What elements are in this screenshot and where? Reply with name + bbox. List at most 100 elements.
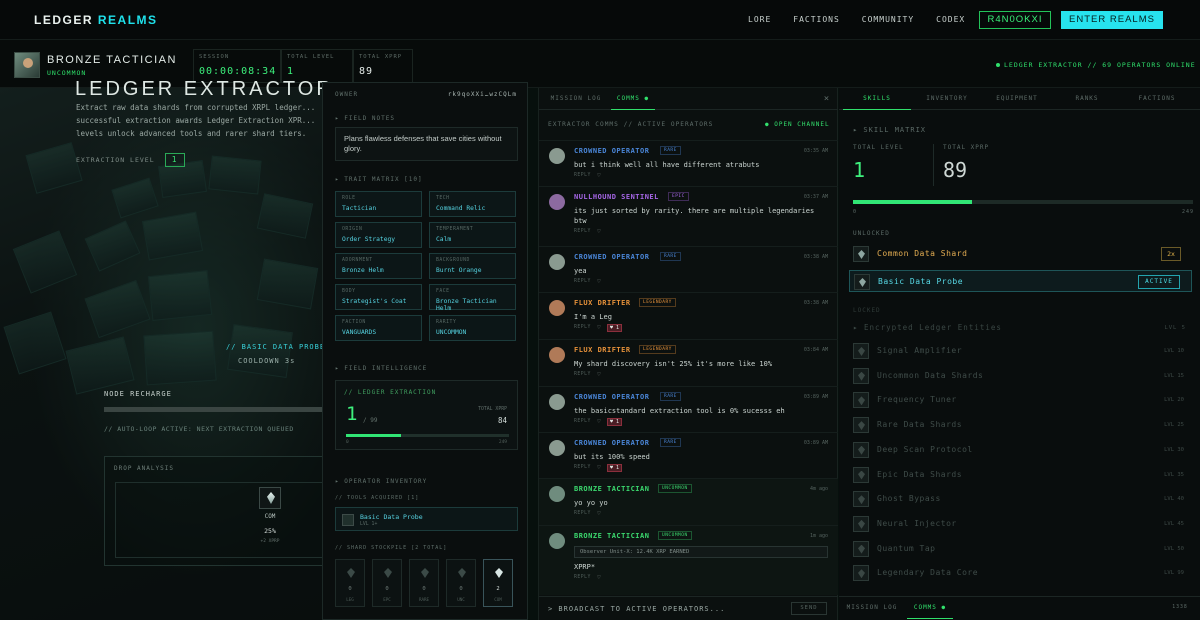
tab-ranks[interactable]: RANKS xyxy=(1053,88,1121,110)
common-shard-icon[interactable] xyxy=(259,487,281,509)
chat-username[interactable]: CROWNED OPERATOR xyxy=(574,147,649,155)
heart-icon[interactable]: ♡ xyxy=(597,418,601,425)
tab-skills[interactable]: SKILLS xyxy=(843,88,911,110)
stock-legendary[interactable]: 0 LEG xyxy=(335,559,365,607)
bottom-tab-comms[interactable]: COMMS ● xyxy=(907,597,953,619)
shard-icon xyxy=(853,246,869,262)
send-button[interactable]: SEND xyxy=(791,602,827,615)
lock-icon xyxy=(853,491,869,508)
reply-button[interactable]: REPLY xyxy=(574,229,591,234)
user-wallet-button[interactable]: R4N0OKXI xyxy=(979,11,1051,29)
chat-username[interactable]: NULLHOUND SENTINEL xyxy=(574,193,659,201)
stock-common[interactable]: 2 COM xyxy=(483,559,513,607)
skill-locked-item[interactable]: Neural Injector LVL 45 xyxy=(849,513,1192,535)
reply-button[interactable]: REPLY xyxy=(574,511,591,516)
nav-link-lore[interactable]: LORE xyxy=(748,15,771,24)
locked-heading: LOCKED xyxy=(853,307,881,314)
active-badge: ACTIVE xyxy=(1138,275,1180,289)
trait-body: BODY Strategist's Coat xyxy=(335,284,422,310)
chat-username[interactable]: BRONZE TACTICIAN xyxy=(574,532,649,540)
field-intel-heading[interactable]: ▸ FIELD INTELLIGENCE xyxy=(335,365,427,372)
skill-locked-item[interactable]: Rare Data Shards LVL 25 xyxy=(849,414,1192,436)
tab-factions[interactable]: FACTIONS xyxy=(1123,88,1191,110)
reply-button[interactable]: REPLY xyxy=(574,325,591,330)
chat-username[interactable]: CROWNED OPERATOR xyxy=(574,439,649,447)
probe-icon xyxy=(854,274,870,290)
heart-icon[interactable]: ♡ xyxy=(597,371,601,378)
avatar[interactable] xyxy=(14,52,40,78)
chat-username[interactable]: BRONZE TACTICIAN xyxy=(574,485,649,493)
skill-basic-data-probe[interactable]: Basic Data Probe ACTIVE xyxy=(849,270,1192,292)
tab-inventory[interactable]: INVENTORY xyxy=(913,88,981,110)
rarity-badge: RARE xyxy=(660,392,681,401)
nav-link-factions[interactable]: FACTIONS xyxy=(793,15,840,24)
avatar[interactable] xyxy=(549,254,565,270)
broadcast-input[interactable]: > BROADCAST TO ACTIVE OPERATORS... xyxy=(548,605,725,613)
chat-message: BRONZE TACTICIAN UNCOMMON 4m ago yo yo yo RE… xyxy=(539,478,838,525)
enter-realms-button[interactable]: ENTER REALMS xyxy=(1061,11,1163,29)
heart-icon[interactable]: ♡ xyxy=(597,228,601,235)
heart-reaction[interactable]: ♥ 1 xyxy=(607,464,623,472)
skill-common-data-shard[interactable]: Common Data Shard 2x xyxy=(849,243,1192,265)
skill-locked-item[interactable]: Epic Data Shards LVL 35 xyxy=(849,464,1192,486)
total-level-value: 1 xyxy=(287,66,295,77)
tab-comms[interactable]: COMMS ● xyxy=(611,88,655,110)
chat-timestamp: 03:37 AM xyxy=(803,194,828,200)
close-icon[interactable]: × xyxy=(821,88,833,110)
comms-header: EXTRACTOR COMMS // ACTIVE OPERATORS xyxy=(548,121,714,128)
trait-matrix-heading[interactable]: ▸ TRAIT MATRIX [10] xyxy=(335,176,423,183)
reply-button[interactable]: REPLY xyxy=(574,372,591,377)
reply-button[interactable]: REPLY xyxy=(574,419,591,424)
nav-link-codex[interactable]: CODEX xyxy=(936,15,965,24)
skill-locked-item[interactable]: Ghost Bypass LVL 40 xyxy=(849,488,1192,510)
tab-equipment[interactable]: EQUIPMENT xyxy=(983,88,1051,110)
stock-epic[interactable]: 0 EPC xyxy=(372,559,402,607)
heart-reaction[interactable]: ♥ 1 xyxy=(607,418,623,426)
avatar[interactable] xyxy=(549,533,565,549)
field-notes-heading[interactable]: ▸ FIELD NOTES xyxy=(335,115,395,122)
chat-username[interactable]: FLUX DRIFTER xyxy=(574,299,631,307)
logo[interactable]: LEDGER REALMS xyxy=(34,13,158,27)
reply-button[interactable]: REPLY xyxy=(574,173,591,178)
owner-address[interactable]: rk9qoXXi…wzCQLm xyxy=(448,91,517,98)
chat-composer[interactable]: > BROADCAST TO ACTIVE OPERATORS... SEND xyxy=(539,596,838,620)
lock-icon xyxy=(853,565,869,582)
reply-button[interactable]: REPLY xyxy=(574,575,591,580)
reply-button[interactable]: REPLY xyxy=(574,465,591,470)
heart-icon[interactable]: ♡ xyxy=(597,464,601,471)
skill-locked-item[interactable]: Frequency Tuner LVL 20 xyxy=(849,389,1192,411)
skill-locked-item[interactable]: Deep Scan Protocol LVL 30 xyxy=(849,439,1192,461)
heart-icon[interactable]: ♡ xyxy=(597,574,601,581)
rarity-badge: LEGENDARY xyxy=(639,298,676,307)
chat-text: XPRP* xyxy=(574,563,596,571)
avatar[interactable] xyxy=(549,440,565,456)
heart-icon[interactable]: ♡ xyxy=(597,324,601,331)
heart-icon[interactable]: ♡ xyxy=(597,510,601,517)
reply-button[interactable]: REPLY xyxy=(574,279,591,284)
tool-basic-data-probe[interactable]: Basic Data Probe LVL 1+ xyxy=(335,507,518,531)
heart-icon[interactable]: ♡ xyxy=(597,172,601,179)
avatar[interactable] xyxy=(549,486,565,502)
chat-timestamp: 4m ago xyxy=(809,486,828,492)
nav-link-community[interactable]: COMMUNITY xyxy=(862,15,914,24)
heart-reaction[interactable]: ♥ 1 xyxy=(607,324,623,332)
avatar[interactable] xyxy=(549,347,565,363)
bottom-tab-mission-log[interactable]: MISSION LOG xyxy=(843,597,901,619)
tab-mission-log[interactable]: MISSION LOG xyxy=(547,88,605,110)
avatar[interactable] xyxy=(549,194,565,210)
chat-username[interactable]: FLUX DRIFTER xyxy=(574,346,631,354)
inventory-heading[interactable]: ▸ OPERATOR INVENTORY xyxy=(335,478,427,485)
avatar[interactable] xyxy=(549,148,565,164)
stock-uncommon[interactable]: 0 UNC xyxy=(446,559,476,607)
chat-username[interactable]: CROWNED OPERATOR xyxy=(574,253,649,261)
heart-icon[interactable]: ♡ xyxy=(597,278,601,285)
skill-locked-item[interactable]: Legendary Data Core LVL 99 xyxy=(849,562,1192,584)
skill-locked-item[interactable]: Quantum Tap LVL 50 xyxy=(849,538,1192,560)
open-channel-status: ● OPEN CHANNEL xyxy=(765,121,830,128)
chat-username[interactable]: CROWNED OPERATOR xyxy=(574,393,649,401)
stock-rare[interactable]: 0 RARE xyxy=(409,559,439,607)
skill-locked-item[interactable]: Signal Amplifier LVL 10 xyxy=(849,340,1192,362)
avatar[interactable] xyxy=(549,394,565,410)
skill-locked-item[interactable]: Uncommon Data Shards LVL 15 xyxy=(849,365,1192,387)
avatar[interactable] xyxy=(549,300,565,316)
